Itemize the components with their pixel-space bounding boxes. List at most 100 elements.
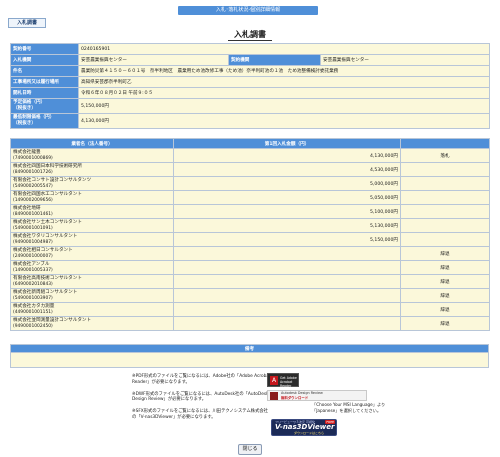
remarks-value — [10, 353, 489, 368]
bid-row: 株式会社龍豊 (7490001000869) 4,130,000円 落札 — [10, 148, 490, 163]
bidder-cell: 株式会社相日コンサルタント (2490001000007) — [10, 246, 174, 261]
info-row-contract-no: 契約番号 0240165901 — [10, 43, 491, 55]
bidder-corporate-number: (1490001005337) — [13, 267, 53, 273]
contract-no-value: 0240165901 — [77, 43, 491, 55]
bid-status — [400, 232, 490, 247]
bid-amount: 5,000,000円 — [173, 176, 401, 191]
page-header-bar: 入札･落札状況-個別詳細情報 — [178, 6, 318, 15]
bid-row: 株式会社カタカ測量 (4490001001151) 辞退 — [10, 302, 490, 317]
bid-row: 株式会社地研 (8490001001461) 5,100,000円 — [10, 204, 490, 219]
min-price-label-note: （税抜き） — [13, 121, 36, 126]
adobe-icon: A — [270, 376, 278, 385]
note-column-header — [400, 138, 490, 149]
planned-price-value: 5,150,000円 — [77, 98, 491, 114]
bid-row: 株式会社サン土木コンサルタント (5490001001091) 5,130,000円 — [10, 218, 490, 233]
bidder-cell: 株式会社ワタリコンサルタント (9490001004987) — [10, 232, 174, 247]
min-price-value: 4,130,000円 — [77, 113, 491, 129]
bid-status: 辞退 — [400, 316, 490, 331]
page-title: 入札調書 — [228, 29, 272, 41]
bid-amount: 4,130,000円 — [173, 148, 401, 163]
info-row-orgs: 入札機関 安芸農業振興センター 契約機関 安芸農業振興センター — [10, 54, 491, 66]
bid-status — [400, 162, 490, 177]
bid-row: 株式会社アンブル (1490001005337) 辞退 — [10, 260, 490, 275]
subject-label: 件名 — [10, 65, 79, 77]
bidder-cell: 株式会社龍豊 (7490001000869) — [10, 148, 174, 163]
adobe-reader-download-link[interactable]: A Get Adobe Acrobat Reader — [267, 373, 299, 388]
plugin-notes: ※PDF形式のファイルをご覧になるには、Adobe社の「Adobe Acroba… — [132, 374, 272, 427]
bid-rows: 株式会社龍豊 (7490001000869) 4,130,000円 落札 株式会社四国日… — [10, 148, 490, 331]
bid-org-value: 安芸農業振興センター — [78, 54, 229, 66]
bid-results-table: 業者名（法人番号） 第1回入札金額（円） 株式会社龍豊 (749000100086… — [10, 138, 490, 331]
info-row-subject: 件名 農業防災第４１５０－６０１号 奈半利地区 農業用ため池改修工事（ため池）奈… — [10, 65, 491, 77]
pdf-note: ※PDF形式のファイルをご覧になるには、Adobe社の「Adobe Acroba… — [132, 374, 271, 385]
bidder-corporate-number: (2490001000007) — [13, 253, 53, 259]
bid-amount — [173, 246, 401, 261]
design-review-download-link[interactable]: Autodesk Design Review 無料ダウンロード — [267, 390, 367, 401]
bidder-cell: 株式会社アンブル (1490001005337) — [10, 260, 174, 275]
vnas-badge-title: V-nas3DViewer — [275, 423, 335, 431]
bidder-cell: 株式会社四国日本科学技術研究所 (8490001001726) — [10, 162, 174, 177]
info-row-min-price: 最低制限価格（円） （税抜き） 4,130,000円 — [10, 113, 491, 129]
bidder-corporate-number: (5490002005547) — [13, 183, 53, 189]
bidder-corporate-number: (5490001001091) — [13, 225, 53, 231]
bid-status — [400, 204, 490, 219]
bid-status: 辞退 — [400, 302, 490, 317]
bid-amount — [173, 288, 401, 303]
bid-status — [400, 190, 490, 205]
bid-amount: 4,530,000円 — [173, 162, 401, 177]
dwf-badge-line2: 無料ダウンロード — [281, 396, 309, 400]
bid-org-label: 入札機関 — [10, 54, 79, 66]
bid-amount — [173, 302, 401, 317]
planned-price-label: 予定価格（円） （税抜き） — [10, 98, 79, 114]
info-row-planned-price: 予定価格（円） （税抜き） 5,150,000円 — [10, 98, 491, 114]
contract-org-label: 契約機関 — [228, 54, 321, 66]
autodesk-icon — [270, 392, 278, 400]
bidder-cell: 株式会社サン土木コンサルタント (5490001001091) — [10, 218, 174, 233]
bid-status: 辞退 — [400, 260, 490, 275]
bid-header-row: 業者名（法人番号） 第1回入札金額（円） — [10, 138, 490, 149]
bid-amount: 5,100,000円 — [173, 204, 401, 219]
adobe-badge-text: Get Adobe Acrobat Reader — [280, 376, 298, 388]
location-label: 工事場所又は履行場所 — [10, 76, 79, 88]
bid-status: 辞退 — [400, 288, 490, 303]
bidder-cell: 株式会社カタカ測量 (4490001001151) — [10, 302, 174, 317]
amount-column-header: 第1回入札金額（円） — [173, 138, 401, 149]
close-button[interactable]: 閉じる — [238, 444, 262, 455]
location-value: 高知県安芸郡奈半利町乙 — [77, 76, 491, 88]
msi-language-note: 「Choose Your MSI Language」より「Japanese」を選… — [312, 402, 386, 413]
open-date-value: 令和６年０８月０２日 午前９:０５ — [77, 87, 491, 99]
bid-amount — [173, 274, 401, 289]
bidder-cell: 株式会社地研 (8490001001461) — [10, 204, 174, 219]
contract-info-table: 契約番号 0240165901 入札機関 安芸農業振興センター 契約機関 安芸農… — [10, 43, 491, 129]
bidder-corporate-number: (4490001001151) — [13, 309, 53, 315]
bidder-cell: 株式会社新周組コンサルタント (5490001003907) — [10, 288, 174, 303]
bid-row: 株式会社相日コンサルタント (2490001000007) 辞退 — [10, 246, 490, 261]
bidder-corporate-number: (7490001000869) — [13, 155, 53, 161]
bid-status — [400, 176, 490, 191]
info-row-open-date: 開札日時 令和６年０８月０２日 午前９:０５ — [10, 87, 491, 99]
remarks-header: 備考 — [10, 344, 489, 353]
bid-status: 辞退 — [400, 274, 490, 289]
bidder-corporate-number: (8490001001726) — [13, 169, 53, 175]
bidder-cell: 有限会社高南技術コンサルタント (6490002010843) — [10, 274, 174, 289]
min-price-label: 最低制限価格（円） （税抜き） — [10, 113, 79, 129]
bidder-corporate-number: (1490002009656) — [13, 197, 53, 203]
bid-row: 有限会社コンサト設計コンサルタンツ (5490002005547) 5,000,00… — [10, 176, 490, 191]
bid-row: 株式会社四国日本科学技術研究所 (8490001001726) 4,530,000円 — [10, 162, 490, 177]
bid-status: 辞退 — [400, 246, 490, 261]
dwf-note: ※DWF形式のファイルをご覧になるには、AutoDesk社の「AutoDesk … — [132, 391, 269, 403]
contract-no-label: 契約番号 — [10, 43, 79, 55]
vnas-viewer-download-link[interactable]: フリービューワ３次元 可視化 V-nas3DViewer ダウンロードはこちら … — [271, 419, 337, 436]
dwf-badge-line1: Autodesk Design Review — [281, 391, 323, 395]
bid-row: 有限会社四国水工コンサルタント (1490002009656) 5,050,000円 — [10, 190, 490, 205]
bid-amount: 5,150,000円 — [173, 232, 401, 247]
open-date-label: 開札日時 — [10, 87, 79, 99]
bid-amount: 5,050,000円 — [173, 190, 401, 205]
bid-amount — [173, 316, 401, 331]
bid-record-tab[interactable]: 入札調書 — [8, 18, 46, 28]
bid-row: 株式会社ワタリコンサルタント (9490001004987) 5,150,000円 — [10, 232, 490, 247]
bidder-cell: 有限会社四国水工コンサルタント (1490002009656) — [10, 190, 174, 205]
bid-row: 株式会社並岡測量設計コンサルタント (9490001002450) 辞退 — [10, 316, 490, 331]
bidder-column-header: 業者名（法人番号） — [10, 138, 174, 149]
bid-amount — [173, 260, 401, 275]
